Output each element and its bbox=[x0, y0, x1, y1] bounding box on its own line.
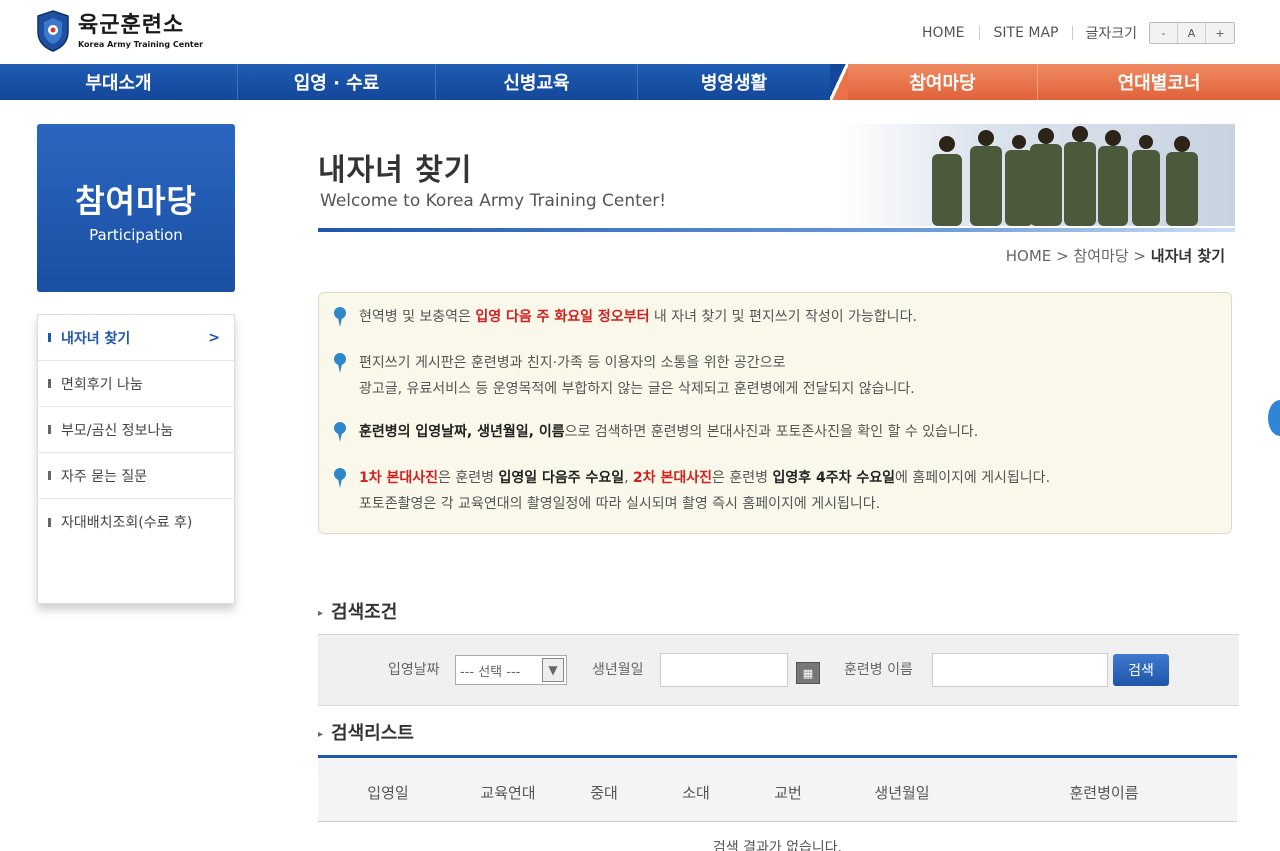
main-navigation: 부대소개 입영 · 수료 신병교육 병영생활 참여마당 연대별코너 bbox=[0, 64, 1280, 100]
sidebar-item-label: 내자녀 찾기 bbox=[61, 330, 131, 347]
sitemap-link[interactable]: SITE MAP bbox=[980, 26, 1074, 40]
sidebar-item-label: 자주 묻는 질문 bbox=[61, 468, 148, 485]
empty-results-message: 검색 결과가 없습니다. bbox=[712, 840, 843, 851]
nav-item-recruit-training[interactable]: 신병교육 bbox=[436, 64, 638, 100]
breadcrumb-section[interactable]: 참여마당 bbox=[1073, 247, 1128, 265]
results-table: 입영일 교육연대 중대 소대 교번 생년월일 훈련병이름 검색 결과가 없습니다… bbox=[318, 755, 1237, 851]
pin-icon bbox=[334, 468, 346, 488]
font-reset-button[interactable]: A bbox=[1178, 23, 1206, 43]
notice-line: 훈련병의 입영날짜, 생년월일, 이름으로 검색하면 훈련병의 본대사진과 포토… bbox=[331, 419, 978, 445]
notice-line: 1차 본대사진은 훈련병 입영일 다음주 수요일, 2차 본대사진은 훈련병 입… bbox=[331, 465, 1050, 517]
sidebar-item-find-child[interactable]: 내자녀 찾기 > bbox=[38, 315, 234, 361]
page-subtitle: Welcome to Korea Army Training Center! bbox=[320, 191, 667, 211]
bullet-icon bbox=[48, 333, 51, 342]
site-logo[interactable]: 육군훈련소 Korea Army Training Center bbox=[36, 10, 203, 52]
nav-item-unit-intro[interactable]: 부대소개 bbox=[0, 64, 238, 100]
results-section-title: 검색리스트 bbox=[318, 719, 414, 745]
breadcrumb-separator: > bbox=[1056, 247, 1069, 265]
birthdate-input[interactable] bbox=[660, 653, 788, 687]
sidebar-item-unit-assignment[interactable]: 자대배치조회(수료 후) bbox=[38, 499, 234, 545]
bullet-icon bbox=[48, 471, 51, 480]
table-header: 입영일 교육연대 중대 소대 교번 생년월일 훈련병이름 bbox=[318, 758, 1237, 822]
title-underline bbox=[318, 228, 1235, 232]
font-size-label: 글자크기 bbox=[1085, 26, 1137, 42]
search-section-title: 검색조건 bbox=[318, 598, 397, 624]
notice-line: 편지쓰기 게시판은 훈련병과 친지·가족 등 이용자의 소통을 위한 공간으로 광… bbox=[331, 350, 915, 402]
column-header: 훈련병이름 bbox=[1069, 784, 1139, 802]
column-header: 교번 bbox=[774, 784, 802, 802]
enlist-date-label: 입영날짜 bbox=[388, 662, 440, 678]
nav-item-regiment-corner[interactable]: 연대별코너 bbox=[1038, 64, 1280, 100]
sidebar-item-label: 자대배치조회(수료 후) bbox=[61, 515, 193, 531]
chevron-down-icon: ▼ bbox=[542, 658, 564, 682]
sidebar-title: 참여마당 bbox=[75, 182, 197, 220]
sidebar-subtitle: Participation bbox=[89, 226, 183, 244]
utility-menu: HOME SITE MAP 글자크기 - A + bbox=[908, 22, 1235, 44]
notice-box: 현역병 및 보충역은 입영 다음 주 화요일 정오부터 내 자녀 찾기 및 편지… bbox=[318, 292, 1232, 534]
chevron-right-icon: > bbox=[208, 329, 220, 346]
page-title: 내자녀 찾기 bbox=[318, 153, 473, 188]
sidebar-item-faq[interactable]: 자주 묻는 질문 bbox=[38, 453, 234, 499]
bullet-icon bbox=[48, 517, 51, 527]
pin-icon bbox=[334, 307, 346, 327]
bullet-icon bbox=[48, 425, 51, 434]
home-link[interactable]: HOME bbox=[908, 26, 980, 40]
sidebar-item-visit-reviews[interactable]: 면회후기 나눔 bbox=[38, 361, 234, 407]
birthdate-label: 생년월일 bbox=[592, 662, 644, 678]
notice-line: 현역병 및 보충역은 입영 다음 주 화요일 정오부터 내 자녀 찾기 및 편지… bbox=[331, 304, 917, 330]
logo-subtitle: Korea Army Training Center bbox=[78, 39, 204, 49]
nav-item-participation[interactable]: 참여마당 bbox=[848, 64, 1038, 100]
enlist-date-select[interactable]: --- 선택 --- ▼ bbox=[455, 655, 567, 685]
breadcrumb: HOME > 참여마당 > 내자녀 찾기 bbox=[1006, 245, 1225, 266]
column-header: 입영일 bbox=[367, 784, 409, 802]
breadcrumb-home[interactable]: HOME bbox=[1006, 247, 1052, 265]
column-header: 소대 bbox=[682, 784, 710, 802]
pin-icon bbox=[334, 353, 346, 373]
nav-divider bbox=[830, 64, 848, 100]
breadcrumb-current: 내자녀 찾기 bbox=[1150, 247, 1225, 265]
nav-item-enlistment[interactable]: 입영 · 수료 bbox=[238, 64, 436, 100]
column-header: 중대 bbox=[590, 784, 618, 802]
font-increase-button[interactable]: + bbox=[1206, 23, 1234, 43]
site-header: 육군훈련소 Korea Army Training Center HOME SI… bbox=[0, 0, 1280, 64]
nav-item-barracks-life[interactable]: 병영생활 bbox=[638, 64, 830, 100]
sidebar-item-parent-info[interactable]: 부모/곰신 정보나눔 bbox=[38, 407, 234, 453]
font-size-controls: - A + bbox=[1149, 22, 1235, 44]
trainee-name-label: 훈련병 이름 bbox=[844, 662, 913, 678]
army-emblem-icon bbox=[37, 10, 69, 52]
column-header: 교육연대 bbox=[480, 784, 536, 802]
sidebar-title-box: 참여마당 Participation bbox=[37, 124, 235, 292]
trainee-name-input[interactable] bbox=[932, 653, 1108, 687]
soldiers-banner-image bbox=[840, 124, 1235, 226]
bullet-icon bbox=[48, 379, 51, 388]
pin-icon bbox=[334, 422, 346, 442]
calendar-icon[interactable]: ▦ bbox=[796, 662, 820, 684]
sidebar-item-label: 면회후기 나눔 bbox=[61, 376, 143, 393]
sidebar-item-label: 부모/곰신 정보나눔 bbox=[61, 422, 174, 439]
column-header: 생년월일 bbox=[874, 784, 930, 802]
breadcrumb-separator: > bbox=[1133, 247, 1146, 265]
logo-title: 육군훈련소 bbox=[78, 12, 185, 38]
font-decrease-button[interactable]: - bbox=[1150, 23, 1178, 43]
search-button[interactable]: 검색 bbox=[1113, 654, 1169, 686]
search-form: 입영날짜 --- 선택 --- ▼ 생년월일 ▦ 훈련병 이름 검색 bbox=[318, 634, 1239, 706]
quick-menu-tab[interactable] bbox=[1268, 400, 1280, 436]
sidebar-menu: 내자녀 찾기 > 면회후기 나눔 부모/곰신 정보나눔 자주 묻는 질문 자대배… bbox=[37, 314, 235, 604]
